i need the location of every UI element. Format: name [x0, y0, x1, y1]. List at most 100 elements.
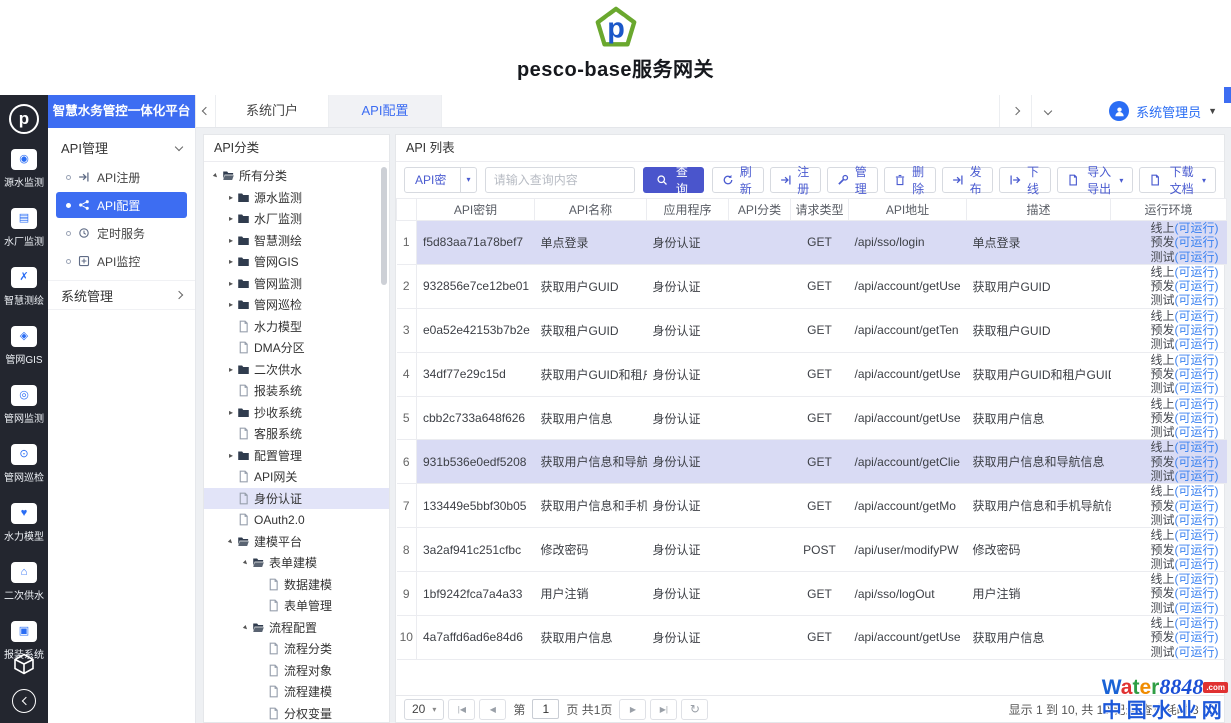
tree-node[interactable]: DMA分区 — [204, 337, 389, 359]
pagination-prev-page-button[interactable]: ◀ — [479, 699, 506, 720]
tree-node[interactable]: 流程分类 — [204, 638, 389, 660]
tree-node[interactable]: 表单管理 — [204, 595, 389, 617]
tab-system-portal[interactable]: 系统门户 — [216, 95, 329, 127]
env-run-link[interactable]: (可运行) — [1175, 586, 1219, 600]
env-run-link[interactable]: (可运行) — [1175, 528, 1219, 542]
table-row[interactable]: 1f5d83aa71a78bef7单点登录身份认证GET/api/sso/log… — [397, 221, 1227, 265]
tree-node[interactable]: ▸智慧测绘 — [204, 230, 389, 252]
tree-node[interactable]: ▸管网巡检 — [204, 294, 389, 316]
search-input[interactable] — [485, 167, 635, 193]
toolbar-offline-button[interactable]: 下线 — [999, 167, 1050, 193]
tree-node[interactable]: ▸表单建模 — [204, 552, 389, 574]
rail-item-pipe-network-gis[interactable]: ◈管网GIS — [5, 326, 42, 366]
env-run-link[interactable]: (可运行) — [1175, 381, 1219, 395]
tree-node[interactable]: ▸水厂监测 — [204, 208, 389, 230]
rail-item-water-plant-monitoring[interactable]: ▤水厂监测 — [4, 208, 44, 248]
env-run-link[interactable]: (可运行) — [1175, 630, 1219, 644]
env-run-link[interactable]: (可运行) — [1175, 513, 1219, 527]
rail-item-pipe-network-inspection[interactable]: ⊙管网巡检 — [4, 444, 44, 484]
env-run-link[interactable]: (可运行) — [1175, 309, 1219, 323]
menu-item-api-monitor[interactable]: API监控 — [56, 248, 187, 274]
env-run-link[interactable]: (可运行) — [1175, 601, 1219, 615]
env-run-link[interactable]: (可运行) — [1175, 279, 1219, 293]
toolbar-register-button[interactable]: 注册 — [770, 167, 821, 193]
table-row[interactable]: 7133449e5bbf30b05获取用户信息和手机号身份认证GET/api/a… — [397, 484, 1227, 528]
tree-node[interactable]: 报装系统 — [204, 380, 389, 402]
table-row[interactable]: 104a7affd6ad6e84d6获取用户信息身份认证GET/api/acco… — [397, 616, 1227, 660]
tree-node[interactable]: 数据建模 — [204, 574, 389, 596]
pagination-last-page-button[interactable]: ▶| — [650, 699, 677, 720]
collapse-sidebar-button[interactable] — [12, 689, 36, 713]
tree-node[interactable]: ▸管网GIS — [204, 251, 389, 273]
tree-node[interactable]: 水力模型 — [204, 316, 389, 338]
env-run-link[interactable]: (可运行) — [1175, 455, 1219, 469]
menu-item-api-register[interactable]: API注册 — [56, 164, 187, 190]
tree-node[interactable]: 身份认证 — [204, 488, 389, 510]
env-run-link[interactable]: (可运行) — [1175, 484, 1219, 498]
env-run-link[interactable]: (可运行) — [1175, 221, 1219, 235]
table-row[interactable]: 434df77e29c15d获取用户GUID和租户身份认证GET/api/acc… — [397, 352, 1227, 396]
search-field-select[interactable]: API密钥 ▾ — [404, 167, 477, 193]
table-row[interactable]: 6931b536e0edf5208获取用户信息和导航信身份认证GET/api/a… — [397, 440, 1227, 484]
env-run-link[interactable]: (可运行) — [1175, 337, 1219, 351]
env-run-link[interactable]: (可运行) — [1175, 323, 1219, 337]
env-run-link[interactable]: (可运行) — [1175, 499, 1219, 513]
pagination-first-page-button[interactable]: |◀ — [448, 699, 475, 720]
tree-node[interactable]: ▸二次供水 — [204, 359, 389, 381]
env-run-link[interactable]: (可运行) — [1175, 557, 1219, 571]
table-row[interactable]: 83a2af941c251cfbc修改密码身份认证POST/api/user/m… — [397, 528, 1227, 572]
menu-item-scheduled-service[interactable]: 定时服务 — [56, 220, 187, 246]
rail-item-hydraulic-model[interactable]: ♥水力模型 — [4, 503, 44, 543]
rail-item-smart-surveying[interactable]: ✗智慧测绘 — [4, 267, 44, 307]
env-run-link[interactable]: (可运行) — [1175, 397, 1219, 411]
table-row[interactable]: 91bf9242fca7a4a33用户注销身份认证GET/api/sso/log… — [397, 572, 1227, 616]
env-run-link[interactable]: (可运行) — [1175, 572, 1219, 586]
env-run-link[interactable]: (可运行) — [1175, 293, 1219, 307]
tree-node[interactable]: API网关 — [204, 466, 389, 488]
env-run-link[interactable]: (可运行) — [1175, 411, 1219, 425]
toolbar-delete-button[interactable]: 删除 — [884, 167, 935, 193]
page-size-select[interactable]: 20▾ — [404, 699, 444, 720]
env-run-link[interactable]: (可运行) — [1175, 367, 1219, 381]
env-run-link[interactable]: (可运行) — [1175, 235, 1219, 249]
tree-node[interactable]: 流程建模 — [204, 681, 389, 703]
tree-node[interactable]: ▸抄收系统 — [204, 402, 389, 424]
env-run-link[interactable]: (可运行) — [1175, 353, 1219, 367]
table-row[interactable]: 3e0a52e42153b7b2e获取租户GUID身份认证GET/api/acc… — [397, 308, 1227, 352]
env-run-link[interactable]: (可运行) — [1175, 543, 1219, 557]
page-number-input[interactable] — [532, 699, 559, 719]
tree-node[interactable]: 客服系统 — [204, 423, 389, 445]
tree-node[interactable]: 分权变量 — [204, 703, 389, 723]
pagination-refresh-button[interactable]: ↻ — [681, 699, 708, 720]
menu-item-api-config[interactable]: API配置 — [56, 192, 187, 218]
cube-button[interactable] — [12, 652, 36, 676]
toolbar-refresh-button[interactable]: 刷新 — [712, 167, 763, 193]
tabs-menu-button[interactable] — [1031, 95, 1063, 127]
tree-node[interactable]: 流程对象 — [204, 660, 389, 682]
table-row[interactable]: 2932856e7ce12be01获取用户GUID身份认证GET/api/acc… — [397, 264, 1227, 308]
toolbar-import-export-button[interactable]: 导入导出▾ — [1057, 167, 1134, 193]
toolbar-manage-button[interactable]: 管理 — [827, 167, 878, 193]
env-run-link[interactable]: (可运行) — [1175, 425, 1219, 439]
tree-node[interactable]: ▸配置管理 — [204, 445, 389, 467]
tab-api-config[interactable]: API配置 — [329, 95, 442, 127]
tree-node[interactable]: ▸源水监测 — [204, 187, 389, 209]
tree-node[interactable]: ▸管网监测 — [204, 273, 389, 295]
env-run-link[interactable]: (可运行) — [1175, 440, 1219, 454]
env-run-link[interactable]: (可运行) — [1175, 469, 1219, 483]
tree-node[interactable]: ▸建模平台 — [204, 531, 389, 553]
rail-item-secondary-water-supply[interactable]: ⌂二次供水 — [4, 562, 44, 602]
query-button[interactable]: 查询 — [643, 167, 704, 193]
menu-group-api-management[interactable]: API管理 — [48, 132, 195, 162]
rail-item-source-water-monitoring[interactable]: ◉源水监测 — [4, 149, 44, 189]
toolbar-download-doc-button[interactable]: 下载文档▾ — [1139, 167, 1216, 193]
user-menu[interactable]: 系统管理员 ▼ — [1063, 95, 1231, 127]
tabs-scroll-left-button[interactable] — [196, 95, 216, 127]
pagination-next-page-button[interactable]: ▶ — [619, 699, 646, 720]
table-row[interactable]: 5cbb2c733a648f626获取用户信息身份认证GET/api/accou… — [397, 396, 1227, 440]
tree-node[interactable]: ▸所有分类 — [204, 165, 389, 187]
rail-item-pipe-network-monitoring[interactable]: ◎管网监测 — [4, 385, 44, 425]
tree-node[interactable]: ▸流程配置 — [204, 617, 389, 639]
tree-scrollbar[interactable] — [381, 167, 387, 285]
toolbar-publish-button[interactable]: 发布 — [942, 167, 993, 193]
